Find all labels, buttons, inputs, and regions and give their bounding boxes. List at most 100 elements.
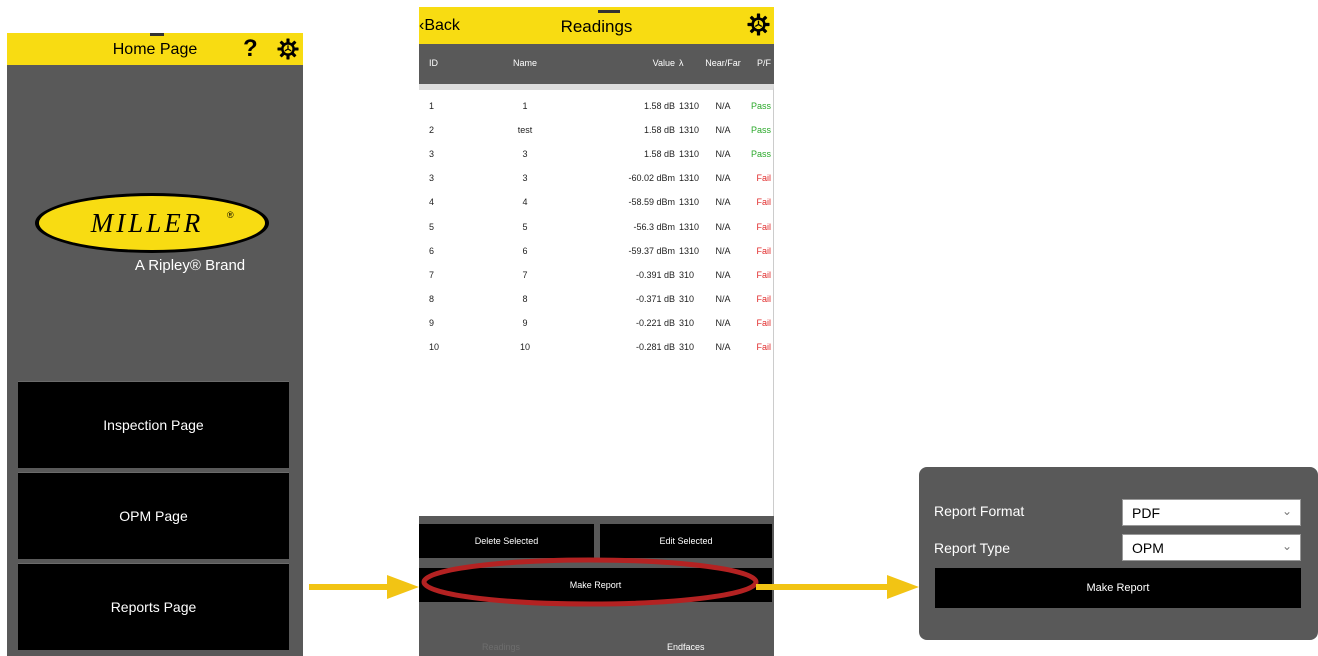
gear-icon[interactable]: [747, 13, 770, 36]
column-header-wavelength[interactable]: λ: [679, 58, 684, 68]
cell-value: -0.371 dB: [635, 293, 675, 304]
cell-name: 8: [522, 293, 528, 304]
cell-pass-fail: Fail: [756, 245, 771, 256]
tab-endfaces[interactable]: Endfaces: [667, 642, 705, 652]
cell-id: 2: [429, 125, 435, 136]
table-row[interactable]: 3 3 -60.02 dBm 1310 N/A Fail: [419, 166, 774, 190]
cell-name: 7: [522, 269, 528, 280]
readings-action-area: Delete Selected Edit Selected Make Repor…: [419, 516, 774, 656]
delete-selected-button[interactable]: Delete Selected: [419, 524, 594, 558]
cell-pass-fail: Fail: [756, 221, 771, 232]
cell-value: -59.37 dBm: [628, 245, 675, 256]
readings-header-bar: ‹Back Readings: [419, 7, 774, 44]
arrow-right-icon: [309, 575, 419, 599]
cell-value: -60.02 dBm: [628, 173, 675, 184]
cell-id: 3: [429, 173, 435, 184]
miller-logo: MILLER ®: [35, 193, 269, 253]
report-format-select[interactable]: PDF ⌄: [1122, 499, 1301, 526]
cell-id: 7: [429, 269, 435, 280]
cell-id: 8: [429, 293, 435, 304]
edit-selected-button[interactable]: Edit Selected: [600, 524, 772, 558]
reports-page-button[interactable]: Reports Page: [18, 563, 289, 650]
column-header-value[interactable]: Value: [601, 58, 675, 68]
cell-near-far: N/A: [715, 125, 731, 136]
table-row[interactable]: 2 test 1.58 dB 1310 N/A Pass: [419, 118, 774, 142]
cell-pass-fail: Pass: [750, 101, 771, 111]
cell-near-far: N/A: [715, 293, 731, 304]
cell-id: 10: [429, 342, 440, 352]
cell-value: -0.391 dB: [635, 269, 675, 280]
cell-name: 3: [522, 149, 528, 160]
registered-mark: ®: [227, 210, 234, 220]
highlight-ellipse: [421, 557, 759, 607]
inspection-page-button[interactable]: Inspection Page: [18, 381, 289, 468]
help-icon[interactable]: ?: [243, 35, 258, 63]
cell-near-far: N/A: [715, 269, 731, 280]
cell-near-far: N/A: [715, 101, 731, 111]
cell-wavelength: 310: [679, 293, 695, 304]
cell-pass-fail: Fail: [756, 342, 771, 352]
arrow-right-icon: [756, 575, 919, 599]
cell-id: 5: [429, 221, 435, 232]
cell-wavelength: 310: [679, 317, 695, 328]
column-header-near-far[interactable]: Near/Far: [705, 58, 741, 68]
cell-pass-fail: Pass: [750, 125, 771, 136]
table-row[interactable]: 6 6 -59.37 dBm 1310 N/A Fail: [419, 239, 774, 263]
report-dialog: Report Format PDF ⌄ Report Type OPM ⌄ Ma…: [919, 467, 1318, 640]
cell-name: 9: [522, 317, 528, 328]
cell-name: test: [517, 125, 533, 136]
cell-value: 1.58 dB: [643, 101, 675, 111]
table-row[interactable]: 9 9 -0.221 dB 310 N/A Fail: [419, 311, 774, 335]
report-type-value: OPM: [1132, 540, 1164, 556]
cell-near-far: N/A: [715, 245, 731, 256]
cell-name: 3: [522, 173, 528, 184]
table-row[interactable]: 5 5 -56.3 dBm 1310 N/A Fail: [419, 215, 774, 239]
chevron-down-icon: ⌄: [1281, 539, 1292, 553]
window-grip[interactable]: [150, 33, 164, 36]
cell-wavelength: 1310: [679, 101, 700, 111]
cell-name: 1: [522, 101, 528, 111]
cell-name: 4: [522, 197, 528, 208]
cell-wavelength: 1310: [679, 149, 700, 160]
make-report-button[interactable]: Make Report: [935, 568, 1301, 608]
column-header-id[interactable]: ID: [429, 58, 438, 68]
report-format-value: PDF: [1132, 505, 1160, 521]
cell-pass-fail: Fail: [756, 269, 771, 280]
home-page-title: Home Page: [112, 41, 198, 58]
opm-page-button[interactable]: OPM Page: [18, 472, 289, 559]
cell-wavelength: 1310: [679, 173, 700, 184]
cell-near-far: N/A: [715, 173, 731, 184]
report-type-select[interactable]: OPM ⌄: [1122, 534, 1301, 561]
cell-id: 9: [429, 317, 435, 328]
home-page-panel: Home Page ? MILLER ® A Ripley® Brand Ins…: [7, 33, 303, 656]
cell-pass-fail: Fail: [756, 293, 771, 304]
cell-wavelength: 1310: [679, 125, 700, 136]
cell-wavelength: 310: [679, 342, 695, 352]
brand-tagline: A Ripley® Brand: [134, 257, 246, 274]
cell-value: -58.59 dBm: [628, 197, 675, 208]
table-row[interactable]: 10 10 -0.281 dB 310 N/A Fail: [419, 335, 774, 359]
table-row[interactable]: 8 8 -0.371 dB 310 N/A Fail: [419, 287, 774, 311]
column-header-name[interactable]: Name: [497, 58, 553, 68]
report-type-label: Report Type: [934, 540, 1011, 556]
cell-wavelength: 1310: [679, 221, 700, 232]
cell-id: 6: [429, 245, 435, 256]
gear-icon[interactable]: [277, 38, 299, 60]
cell-wavelength: 310: [679, 269, 695, 280]
cell-pass-fail: Fail: [756, 173, 771, 184]
table-row[interactable]: 7 7 -0.391 dB 310 N/A Fail: [419, 263, 774, 287]
cell-value: -0.221 dB: [635, 317, 675, 328]
cell-near-far: N/A: [715, 317, 731, 328]
tab-readings[interactable]: Readings: [482, 642, 520, 652]
table-row[interactable]: 1 1 1.58 dB 1310 N/A Pass: [419, 94, 774, 118]
cell-pass-fail: Pass: [750, 149, 771, 160]
table-row[interactable]: 3 3 1.58 dB 1310 N/A Pass: [419, 142, 774, 166]
cell-pass-fail: Fail: [756, 197, 771, 208]
column-header-pass-fail[interactable]: P/F: [745, 58, 771, 68]
table-row[interactable]: 4 4 -58.59 dBm 1310 N/A Fail: [419, 190, 774, 214]
window-grip[interactable]: [598, 10, 620, 13]
logo-text: MILLER: [90, 208, 204, 238]
readings-table-body: 1 1 1.58 dB 1310 N/A Pass 2 test 1.58 dB 1310 N/A P…: [419, 84, 774, 516]
readings-title: Readings: [560, 17, 633, 36]
cell-near-far: N/A: [715, 197, 731, 208]
